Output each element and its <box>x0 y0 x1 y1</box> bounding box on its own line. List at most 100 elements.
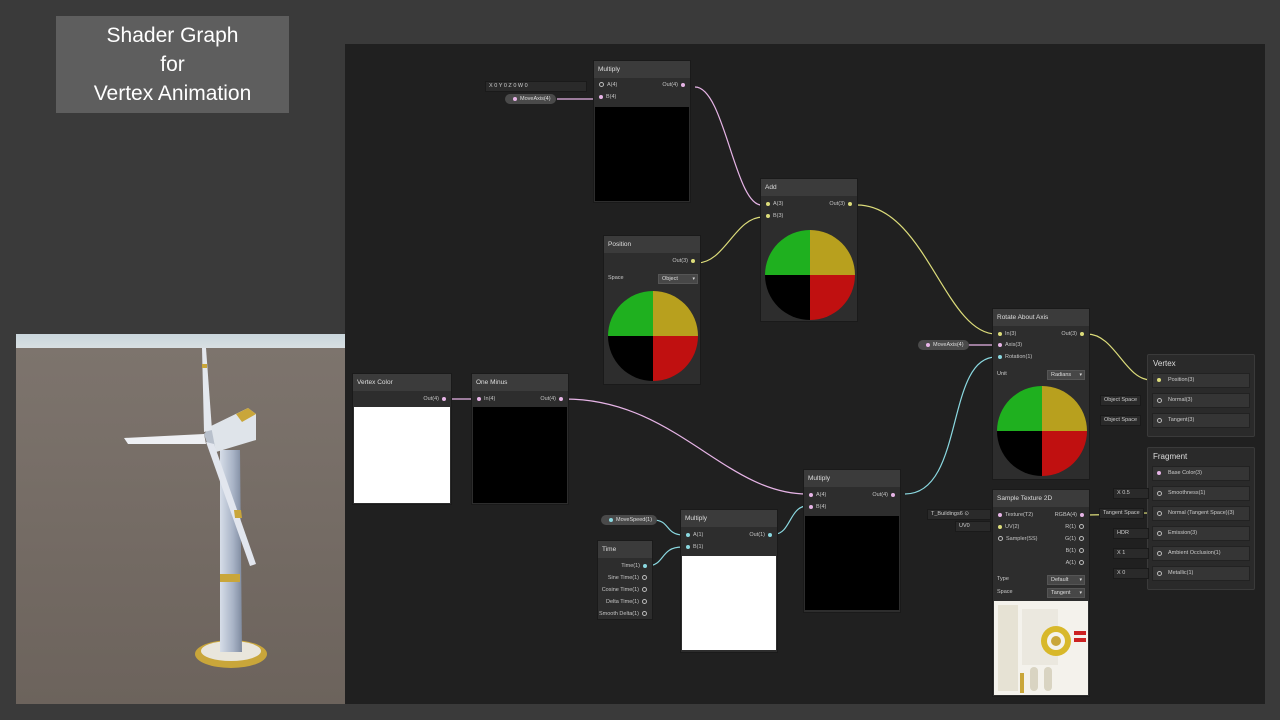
slot-tangent[interactable]: Tangent(3) <box>1152 413 1250 428</box>
slot-metallic[interactable]: Metallic(1) <box>1152 566 1250 581</box>
vertex-context[interactable]: Vertex Position(3) Normal(3) Tangent(3) <box>1147 354 1255 437</box>
node-title: Multiply <box>594 61 690 78</box>
output-port[interactable]: Out(4) <box>423 396 449 402</box>
output-g[interactable]: G(1) <box>1065 536 1087 542</box>
preview-white <box>682 556 776 650</box>
input-port-rotation[interactable]: Rotation(1) <box>995 354 1032 360</box>
unit-dropdown[interactable]: Radians <box>1047 370 1085 380</box>
input-port-a[interactable]: A(4) <box>596 82 617 88</box>
slot-smoothness[interactable]: Smoothness(1) <box>1152 486 1250 501</box>
preview-white <box>354 407 450 503</box>
slot-base-color[interactable]: Base Color(3) <box>1152 466 1250 481</box>
output-port[interactable]: Out(4) <box>662 82 688 88</box>
output-port[interactable]: Out(3) <box>672 258 698 264</box>
texture-preview <box>994 601 1088 695</box>
port-dot-icon <box>609 517 613 522</box>
space-label: Space <box>997 589 1013 595</box>
input-port-uv[interactable]: UV(2) <box>995 524 1019 530</box>
output-cosine-time[interactable]: Cosine Time(1) <box>602 587 650 593</box>
preview-black <box>473 407 567 503</box>
property-label: MoveAxis(4) <box>933 342 964 348</box>
port-dot-icon <box>926 342 930 347</box>
sample-texture-2d-node[interactable]: Sample Texture 2D Texture(T2) UV(2) Samp… <box>992 489 1090 697</box>
title-line-1: Shader Graph <box>106 24 239 47</box>
tangent-space-input[interactable]: Object Space <box>1100 415 1142 426</box>
input-port-in[interactable]: In(4) <box>474 396 495 402</box>
input-port-b[interactable]: B(3) <box>763 213 783 219</box>
y-value[interactable]: 0 <box>504 83 507 89</box>
normal-space-input[interactable]: Object Space <box>1100 395 1142 406</box>
scene-view[interactable] <box>16 334 346 704</box>
rotate-about-axis-node[interactable]: Rotate About Axis In(3) Axis(3) Rotation… <box>992 308 1090 480</box>
input-port-b[interactable]: B(4) <box>806 504 826 510</box>
input-port-b[interactable]: B(4) <box>596 94 616 100</box>
output-r[interactable]: R(1) <box>1065 524 1087 530</box>
shader-graph-canvas[interactable]: X 0 Y 0 Z 0 W 0 MoveAxis(4) Multiply A(4… <box>345 44 1265 704</box>
unit-label: Unit <box>997 371 1007 377</box>
input-port-a[interactable]: A(1) <box>683 532 703 538</box>
smoothness-input[interactable]: X 0.5 <box>1113 488 1149 499</box>
input-port-a[interactable]: A(3) <box>763 201 783 207</box>
multiply-node-low[interactable]: Multiply A(1) B(1) Out(1) <box>680 509 778 653</box>
emission-input[interactable]: HDR <box>1113 528 1149 539</box>
time-node[interactable]: Time Time(1) Sine Time(1) Cosine Time(1)… <box>597 540 653 620</box>
z-label: Z <box>508 83 512 89</box>
input-port-b[interactable]: B(1) <box>683 544 703 550</box>
input-port-in[interactable]: In(3) <box>995 331 1016 337</box>
move-axis-property[interactable]: MoveAxis(4) <box>505 94 556 104</box>
one-minus-node[interactable]: One Minus In(4) Out(4) <box>471 373 569 505</box>
w-value[interactable]: 0 <box>525 83 528 89</box>
preview-sphere-icon <box>765 230 855 320</box>
x-value[interactable]: 0 <box>494 83 497 89</box>
texture-input[interactable]: T_Buildings6 ⊙ <box>927 509 991 520</box>
property-label: MoveSpeed(1) <box>616 517 653 523</box>
slot-position[interactable]: Position(3) <box>1152 373 1250 388</box>
output-port[interactable]: Out(1) <box>749 532 775 538</box>
input-port-axis[interactable]: Axis(3) <box>995 342 1022 348</box>
output-port[interactable]: Out(4) <box>540 396 566 402</box>
type-dropdown[interactable]: Default <box>1047 575 1085 585</box>
output-port[interactable]: Out(3) <box>829 201 855 207</box>
output-delta-time[interactable]: Delta Time(1) <box>606 599 650 605</box>
preview-sphere-icon <box>608 291 698 381</box>
input-port-sampler[interactable]: Sampler(SS) <box>995 536 1037 542</box>
node-title: Time <box>598 541 652 558</box>
output-rgba[interactable]: RGBA(4) <box>1055 512 1087 518</box>
multiply-node-top[interactable]: Multiply A(4) B(4) Out(4) <box>593 60 691 203</box>
input-port-texture[interactable]: Texture(T2) <box>995 512 1033 518</box>
space-label: Space <box>608 275 624 281</box>
position-node[interactable]: Position Out(3) Space Object <box>603 235 701 385</box>
z-value[interactable]: 0 <box>513 83 516 89</box>
output-port[interactable]: Out(4) <box>872 492 898 498</box>
ambient-occlusion-input[interactable]: X 1 <box>1113 548 1149 559</box>
x-label: X <box>489 83 493 89</box>
title-line-3: Vertex Animation <box>93 82 252 105</box>
node-title: Sample Texture 2D <box>993 490 1089 507</box>
output-smooth-delta[interactable]: Smooth Delta(1) <box>599 611 650 617</box>
slot-emission[interactable]: Emission(3) <box>1152 526 1250 541</box>
port-dot-icon <box>513 96 517 101</box>
output-time[interactable]: Time(1) <box>621 563 650 569</box>
metallic-input[interactable]: X 0 <box>1113 568 1149 579</box>
space-dropdown[interactable]: Tangent <box>1047 588 1085 598</box>
add-node[interactable]: Add A(3) B(3) Out(3) <box>760 178 858 322</box>
move-speed-property[interactable]: MoveSpeed(1) <box>601 515 658 525</box>
slot-ambient-occlusion[interactable]: Ambient Occlusion(1) <box>1152 546 1250 561</box>
normal-tangent-input[interactable]: Tangent Space <box>1099 508 1144 519</box>
slot-normal-tangent[interactable]: Normal (Tangent Space)(3) <box>1152 506 1250 521</box>
output-a[interactable]: A(1) <box>1066 560 1087 566</box>
vector4-input[interactable]: X 0 Y 0 Z 0 W 0 <box>485 81 587 92</box>
space-dropdown[interactable]: Object <box>658 274 698 284</box>
vertex-color-node[interactable]: Vertex Color Out(4) <box>352 373 452 505</box>
y-label: Y <box>498 83 503 89</box>
fragment-context[interactable]: Fragment Base Color(3) Smoothness(1) Nor… <box>1147 447 1255 590</box>
output-sine-time[interactable]: Sine Time(1) <box>608 575 650 581</box>
slot-normal[interactable]: Normal(3) <box>1152 393 1250 408</box>
output-b[interactable]: B(1) <box>1066 548 1087 554</box>
uv-input[interactable]: UV0 <box>955 521 991 532</box>
output-port[interactable]: Out(3) <box>1061 331 1087 337</box>
context-title: Vertex <box>1153 359 1176 368</box>
move-axis-property-2[interactable]: MoveAxis(4) <box>918 340 969 350</box>
multiply-node-mid[interactable]: Multiply A(4) B(4) Out(4) <box>803 469 901 613</box>
input-port-a[interactable]: A(4) <box>806 492 826 498</box>
